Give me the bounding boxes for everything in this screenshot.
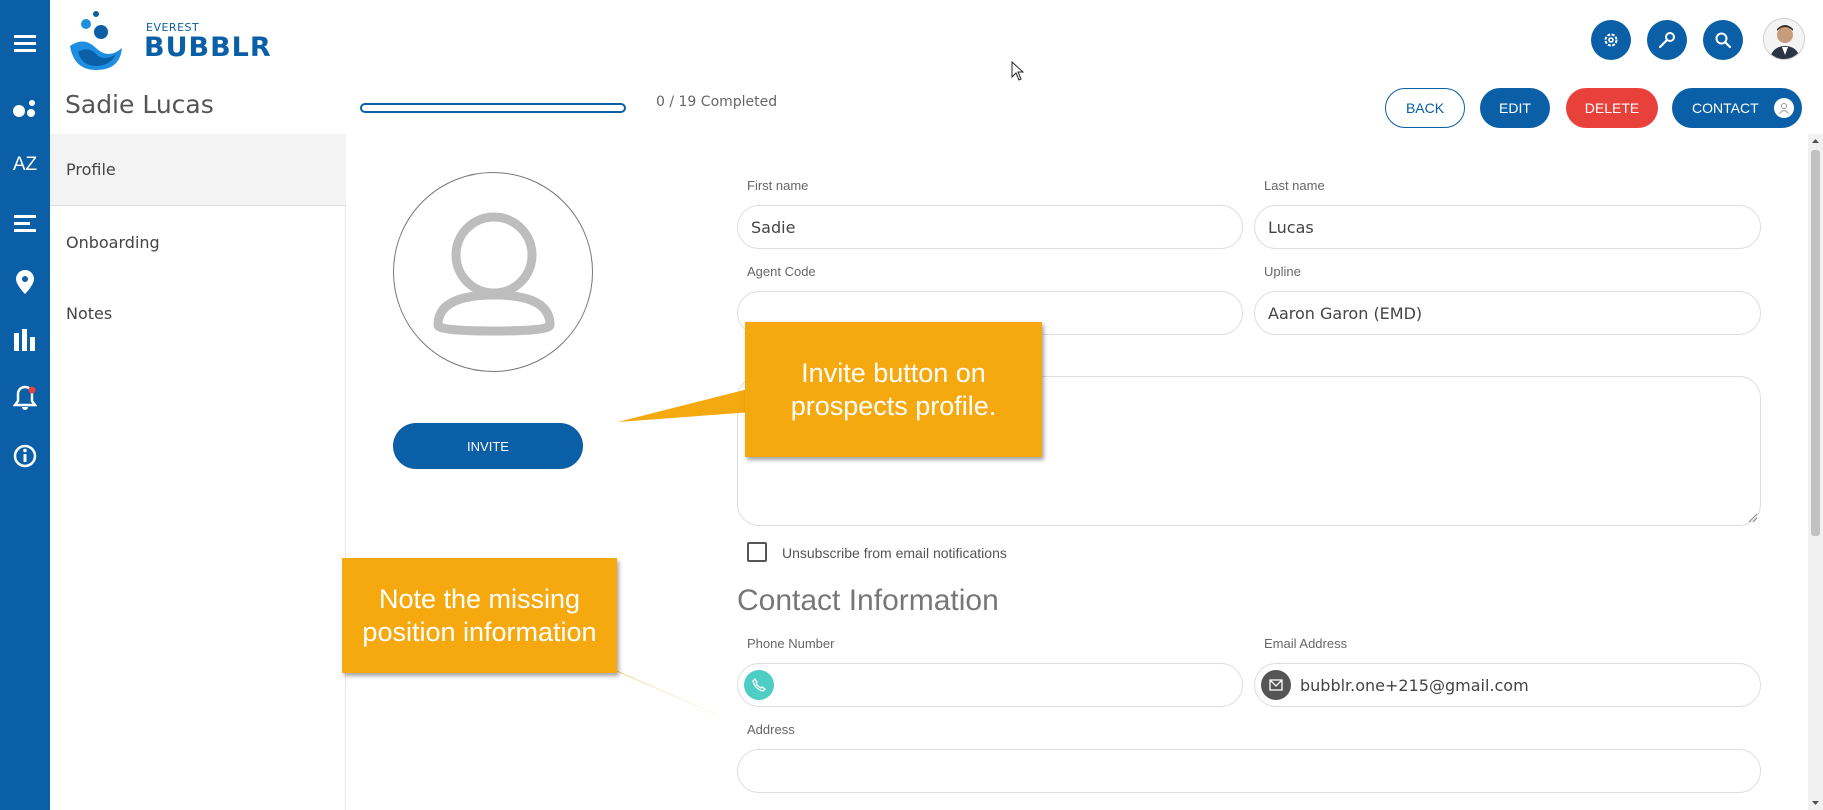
position-note-callout: Note the missing position information [342,558,617,673]
invite-note-callout: Invite button on prospects profile. [745,322,1042,457]
position-note-text: Note the missing position information [362,583,597,647]
mouse-cursor-icon [1011,61,1025,81]
invite-note-text: Invite button on prospects profile. [790,357,997,421]
